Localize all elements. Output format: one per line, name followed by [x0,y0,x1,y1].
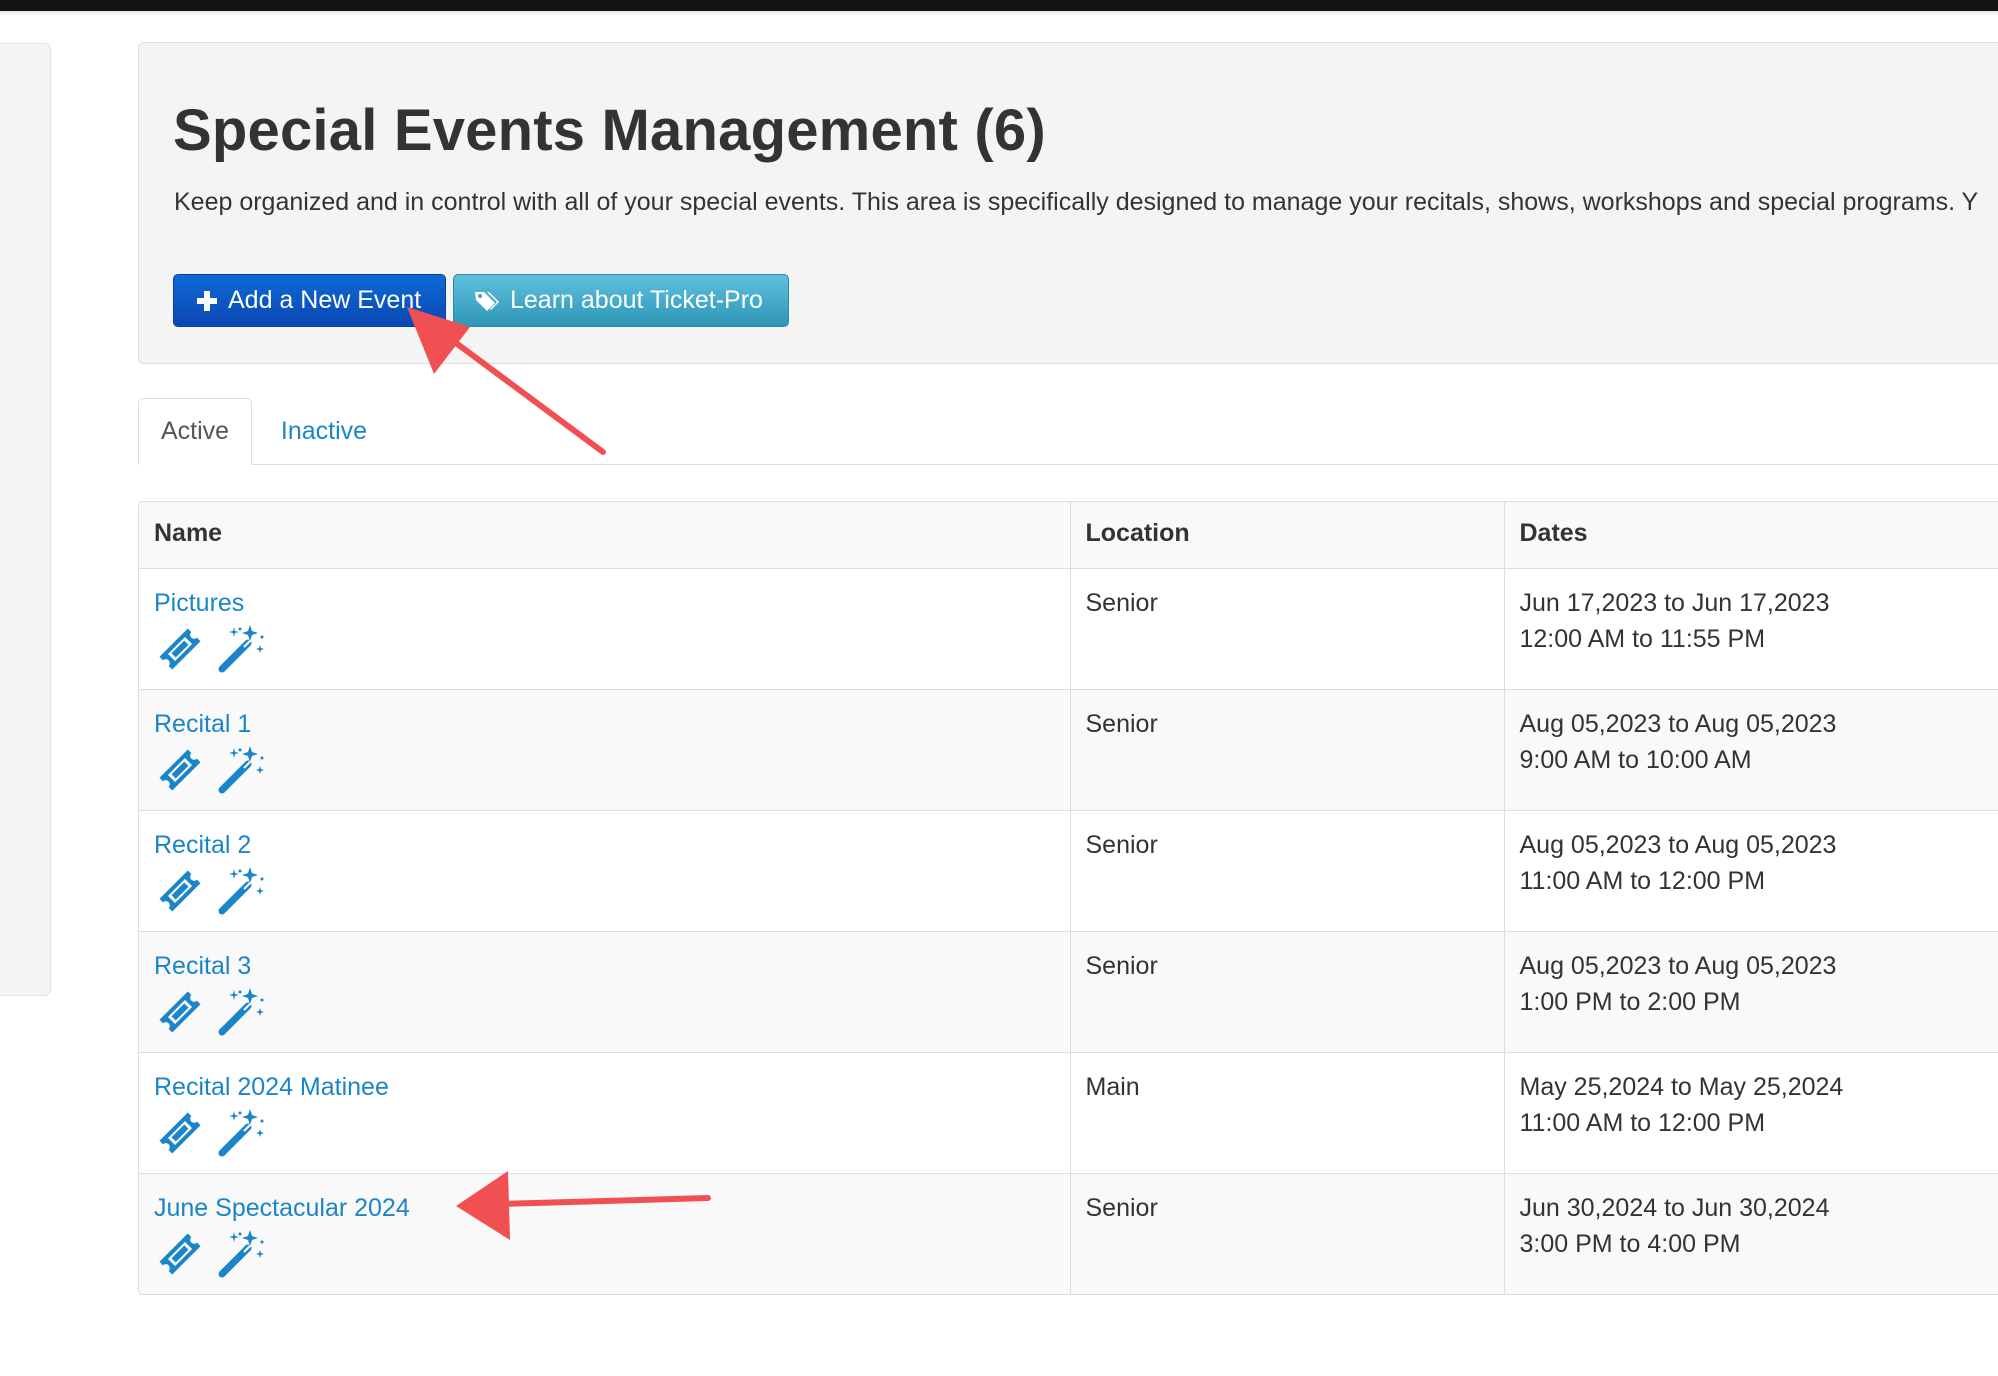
magic-wand-icon[interactable] [214,623,266,675]
event-location-cell: Senior [1069,930,1504,1052]
event-date-range: Jun 17,2023 to Jun 17,2023 [1519,588,1830,617]
ticket-icon[interactable] [154,744,206,796]
event-name-link[interactable]: Recital 2 [154,831,251,859]
event-time-range: 12:00 AM to 11:55 PM [1519,624,1766,653]
event-name-cell: Recital 2024 Matinee [139,1051,1070,1173]
event-action-icons [154,623,1055,675]
tags-icon [474,290,500,312]
ticket-icon[interactable] [154,623,206,675]
event-name-cell: June Spectacular 2024 [139,1172,1070,1294]
page-description: Keep organized and in control with all o… [174,188,1979,216]
ticket-icon[interactable] [154,865,206,917]
add-new-event-button[interactable]: Add a New Event [173,274,446,327]
table-header-row: Name Location Dates [139,502,1998,569]
event-name-cell: Recital 3 [139,930,1070,1052]
event-location-cell: Senior [1069,1172,1504,1294]
tab-inactive-label: Inactive [280,416,368,445]
event-time-range: 3:00 PM to 4:00 PM [1519,1229,1741,1258]
event-date-range: Aug 05,2023 to Aug 05,2023 [1519,830,1837,859]
column-header-dates[interactable]: Dates [1503,502,1998,569]
event-action-icons [154,744,1055,796]
event-location: Senior [1085,830,1158,859]
learn-ticket-pro-label: Learn about Ticket-Pro [510,286,763,314]
status-tabs: Active Inactive [138,398,1998,465]
table-row: Recital 1 Senior Aug 05,2023 to Aug 05,202… [139,688,1998,810]
ticket-icon[interactable] [154,1107,206,1159]
event-time-range: 1:00 PM to 2:00 PM [1519,987,1741,1016]
event-dates-cell: Aug 05,2023 to Aug 05,2023 1:00 PM to 2:0… [1503,930,1998,1052]
column-header-location[interactable]: Location [1069,502,1504,569]
event-location: Senior [1085,1193,1158,1222]
event-dates-cell: Jun 17,2023 to Jun 17,2023 12:00 AM to 11… [1503,568,1998,689]
event-name-cell: Recital 2 [139,809,1070,931]
table-row: Recital 2 Senior Aug 05,2023 to Aug 05,202… [139,809,1998,931]
event-location-cell: Main [1069,1051,1504,1173]
learn-ticket-pro-button[interactable]: Learn about Ticket-Pro [453,274,789,327]
event-dates-cell: Aug 05,2023 to Aug 05,2023 9:00 AM to 10:… [1503,688,1998,810]
page-header-panel: Special Events Management (6) Keep organ… [138,42,1998,364]
event-location: Main [1085,1072,1140,1101]
table-row: June Spectacular 2024 Senior Jun 30,2024 t… [139,1172,1998,1294]
event-dates-cell: Aug 05,2023 to Aug 05,2023 11:00 AM to 12… [1503,809,1998,931]
table-row: Recital 2024 Matinee Main May 25,2024 to M… [139,1051,1998,1173]
magic-wand-icon[interactable] [214,1228,266,1280]
sidebar-panel [0,43,51,996]
event-location: Senior [1085,588,1158,617]
event-name-link[interactable]: Recital 2024 Matinee [154,1073,389,1101]
tab-active[interactable]: Active [138,398,252,465]
event-time-range: 11:00 AM to 12:00 PM [1519,1108,1766,1137]
tab-inactive[interactable]: Inactive [254,398,394,464]
event-dates-cell: Jun 30,2024 to Jun 30,2024 3:00 PM to 4:0… [1503,1172,1998,1294]
event-time-range: 9:00 AM to 10:00 AM [1519,745,1752,774]
top-bar-shadow [0,11,1998,16]
event-location-cell: Senior [1069,568,1504,689]
ticket-icon[interactable] [154,986,206,1038]
table-row: Recital 3 Senior Aug 05,2023 to Aug 05,202… [139,930,1998,1052]
column-header-name[interactable]: Name [139,502,1070,569]
events-table: Name Location Dates Pictures Senior Jun 17… [138,501,1998,1295]
plus-icon [196,290,218,312]
add-new-event-label: Add a New Event [228,286,422,314]
event-action-icons [154,1228,1055,1280]
magic-wand-icon[interactable] [214,1107,266,1159]
event-date-range: May 25,2024 to May 25,2024 [1519,1072,1844,1101]
event-date-range: Aug 05,2023 to Aug 05,2023 [1519,951,1837,980]
table-row: Pictures Senior Jun 17,2023 to Jun 17,2023… [139,568,1998,689]
event-action-icons [154,865,1055,917]
event-date-range: Jun 30,2024 to Jun 30,2024 [1519,1193,1830,1222]
tab-active-label: Active [160,417,230,445]
magic-wand-icon[interactable] [214,986,266,1038]
event-location: Senior [1085,951,1158,980]
top-bar [0,0,1998,11]
event-time-range: 11:00 AM to 12:00 PM [1519,866,1766,895]
event-date-range: Aug 05,2023 to Aug 05,2023 [1519,709,1837,738]
event-location-cell: Senior [1069,688,1504,810]
event-name-link[interactable]: Recital 3 [154,952,251,980]
event-name-link[interactable]: June Spectacular 2024 [154,1194,410,1222]
event-name-link[interactable]: Pictures [154,589,244,617]
magic-wand-icon[interactable] [214,865,266,917]
ticket-icon[interactable] [154,1228,206,1280]
event-location-cell: Senior [1069,809,1504,931]
event-action-icons [154,1107,1055,1159]
magic-wand-icon[interactable] [214,744,266,796]
event-name-link[interactable]: Recital 1 [154,710,251,738]
event-location: Senior [1085,709,1158,738]
event-name-cell: Pictures [139,568,1070,689]
event-dates-cell: May 25,2024 to May 25,2024 11:00 AM to 12… [1503,1051,1998,1173]
event-name-cell: Recital 1 [139,688,1070,810]
page-title: Special Events Management (6) [173,98,1046,163]
event-action-icons [154,986,1055,1038]
